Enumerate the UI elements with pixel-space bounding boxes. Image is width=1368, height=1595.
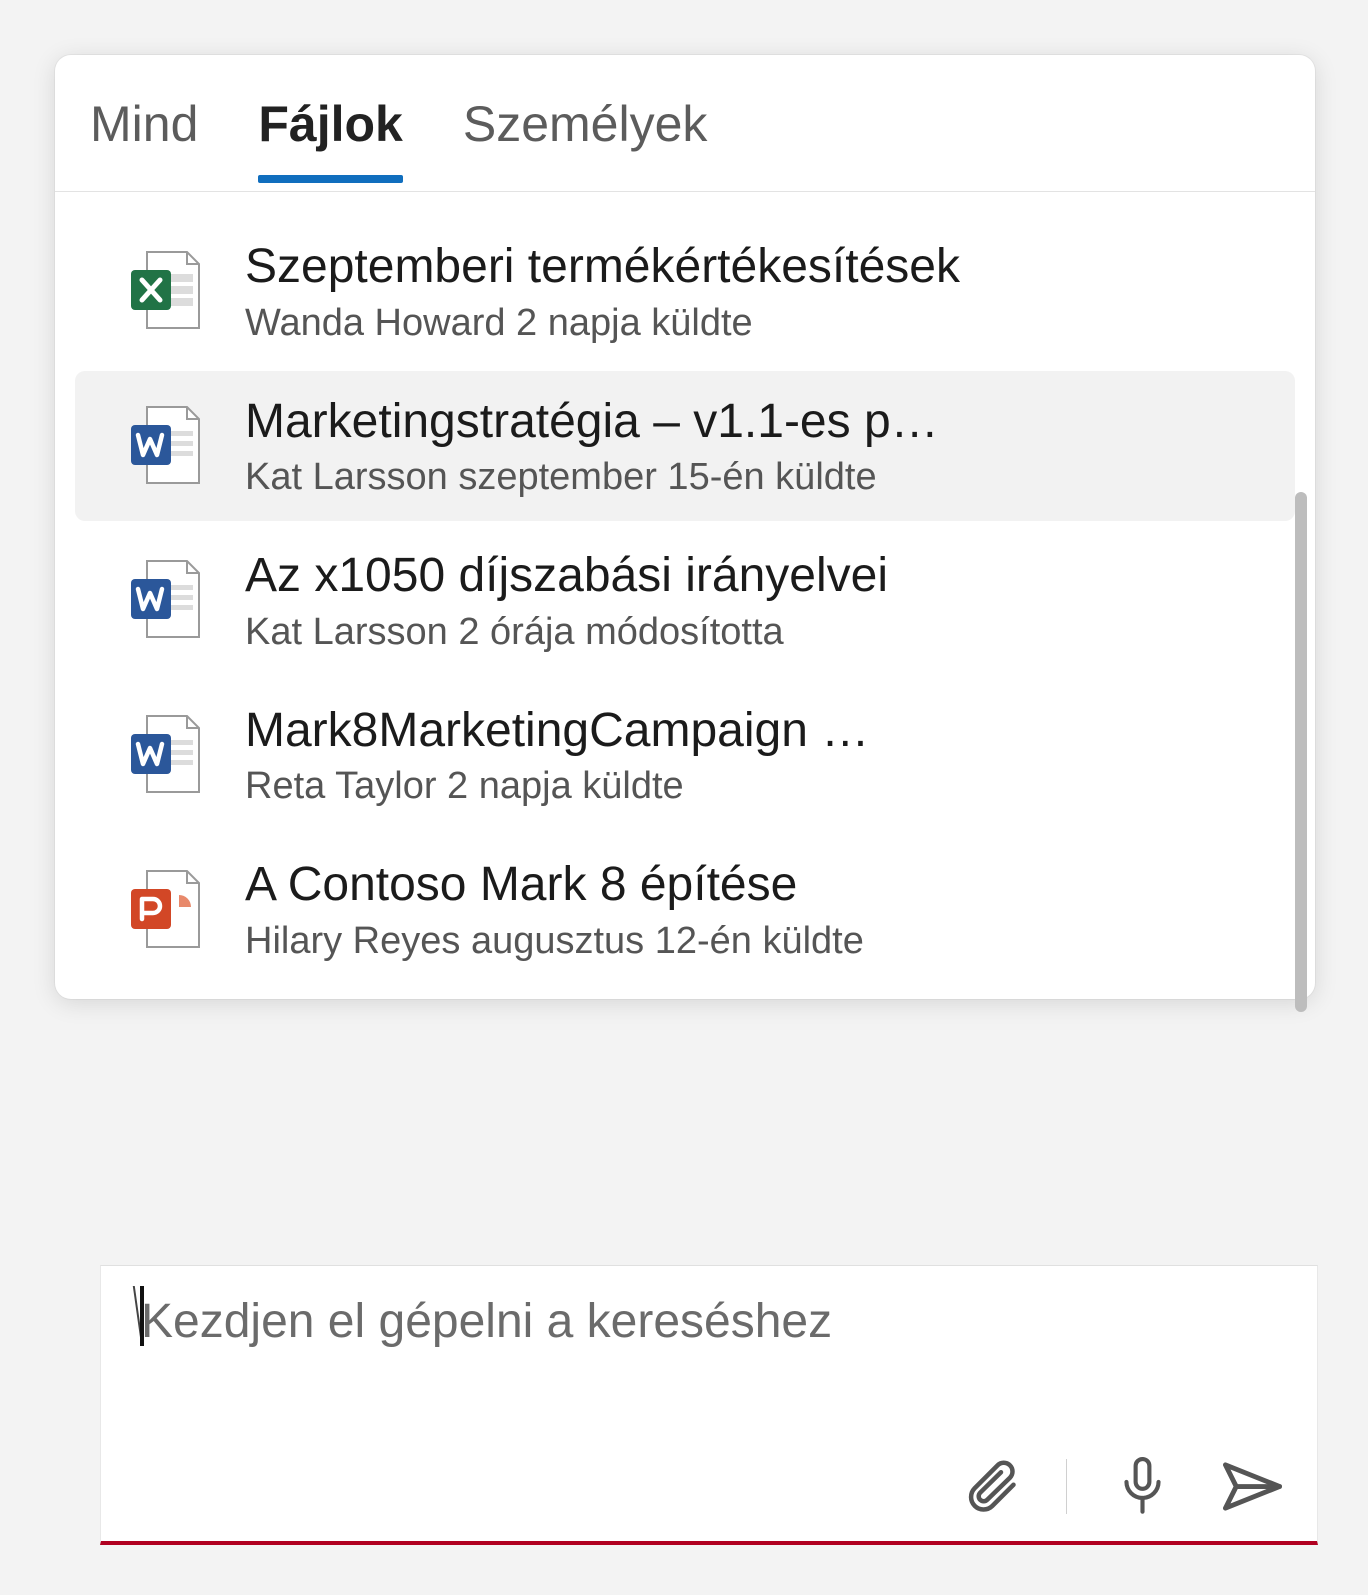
tab-all[interactable]: Mind [90,95,198,181]
file-subtitle: Reta Taylor 2 napja küldte [245,765,869,808]
word-icon [125,710,205,800]
file-row-text: Marketingstratégia – v1.1-es p… Kat Larss… [245,393,939,500]
file-row[interactable]: Szeptemberi termékértékesítések Wanda How… [75,216,1295,367]
compose-placeholder: Kezdjen el gépelni a kereséshez [141,1294,832,1349]
send-icon[interactable] [1217,1451,1287,1521]
word-icon [125,555,205,645]
file-title: Mark8MarketingCampaign … [245,702,869,760]
powerpoint-icon [125,865,205,955]
word-icon [125,401,205,491]
file-list: Szeptemberi termékértékesítések Wanda How… [55,192,1315,999]
powerpoint-icon [125,865,205,955]
file-title: A Contoso Mark 8 építése [245,856,864,914]
file-row[interactable]: Marketingstratégia – v1.1-es p… Kat Larss… [75,371,1295,522]
file-row-text: Mark8MarketingCampaign … Reta Taylor 2 na… [245,702,869,809]
tab-bar: Mind Fájlok Személyek [55,55,1315,192]
word-icon [125,555,205,645]
excel-icon [125,246,205,336]
tab-people[interactable]: Személyek [463,95,708,181]
file-subtitle: Hilary Reyes augusztus 12-én küldte [245,920,864,963]
file-row[interactable]: Az x1050 díjszabási irányelvei Kat Larsso… [75,525,1295,676]
file-row-text: Az x1050 díjszabási irányelvei Kat Larsso… [245,547,888,654]
file-subtitle: Kat Larsson 2 órája módosította [245,611,888,654]
file-row[interactable]: A Contoso Mark 8 építése Hilary Reyes aug… [75,834,1295,985]
scrollbar-thumb[interactable] [1295,492,1307,1012]
word-icon [125,710,205,800]
mic-icon[interactable] [1107,1451,1177,1521]
file-title: Az x1050 díjszabási irányelvei [245,547,888,605]
file-title: Szeptemberi termékértékesítések [245,238,960,296]
suggestion-popover: Mind Fájlok Személyek Szeptemberi termék… [55,55,1315,999]
file-title: Marketingstratégia – v1.1-es p… [245,393,939,451]
compose-toolbar [956,1451,1287,1521]
file-subtitle: Wanda Howard 2 napja küldte [245,302,960,345]
word-icon [125,401,205,491]
file-row[interactable]: Mark8MarketingCampaign … Reta Taylor 2 na… [75,680,1295,831]
compose-box[interactable]: Kezdjen el gépelni a kereséshez [100,1265,1318,1545]
attach-icon[interactable] [956,1451,1026,1521]
file-subtitle: Kat Larsson szeptember 15-én küldte [245,456,939,499]
toolbar-divider [1066,1459,1067,1514]
file-row-text: A Contoso Mark 8 építése Hilary Reyes aug… [245,856,864,963]
file-row-text: Szeptemberi termékértékesítések Wanda How… [245,238,960,345]
excel-icon [125,246,205,336]
tab-files[interactable]: Fájlok [258,95,402,181]
